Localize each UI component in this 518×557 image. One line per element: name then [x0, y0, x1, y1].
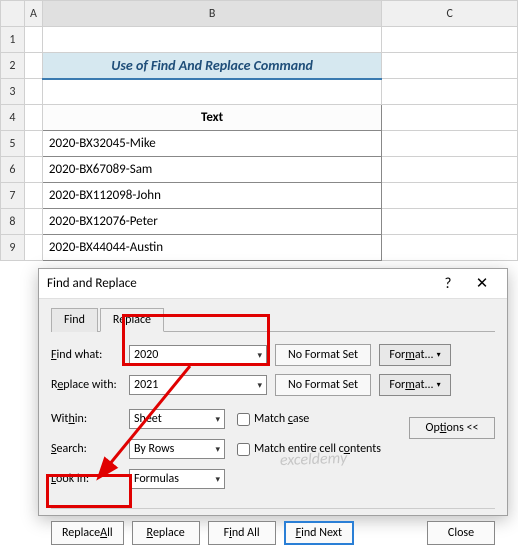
cell[interactable]: [24, 183, 42, 209]
cell[interactable]: [382, 27, 518, 53]
replace-with-input[interactable]: 2021▾: [129, 375, 267, 395]
chevron-down-icon: ▾: [257, 380, 262, 391]
within-select[interactable]: Sheet▾: [129, 409, 225, 429]
find-next-button[interactable]: Find Next: [284, 521, 354, 545]
table-cell[interactable]: 2020-BX67089-Sam: [42, 157, 381, 183]
replace-with-label: Replace with:: [51, 378, 129, 392]
cell[interactable]: [42, 79, 381, 105]
help-button[interactable]: ?: [431, 275, 465, 293]
row-header[interactable]: 6: [1, 157, 25, 183]
row-header[interactable]: 5: [1, 131, 25, 157]
row-header[interactable]: 8: [1, 209, 25, 235]
cell[interactable]: [42, 27, 381, 53]
cell[interactable]: [382, 53, 518, 79]
row-header[interactable]: 4: [1, 105, 25, 131]
cell[interactable]: [24, 53, 42, 79]
row-header[interactable]: 7: [1, 183, 25, 209]
chevron-down-icon: ▾: [257, 350, 262, 361]
replace-all-button[interactable]: Replace All: [51, 521, 124, 545]
cell[interactable]: [24, 27, 42, 53]
lookin-label: Look in:: [51, 472, 129, 486]
select-all-corner[interactable]: [1, 1, 25, 27]
chevron-down-icon: ▾: [215, 474, 220, 485]
find-what-input[interactable]: 2020▾: [129, 345, 267, 365]
find-what-label: Find what:: [51, 348, 129, 362]
cell[interactable]: [24, 235, 42, 261]
close-icon[interactable]: ✕: [465, 274, 499, 293]
cell[interactable]: [382, 79, 518, 105]
col-header-b[interactable]: B: [42, 1, 381, 27]
cell[interactable]: [382, 209, 518, 235]
lookin-select[interactable]: Formulas▾: [129, 469, 225, 489]
row-header[interactable]: 3: [1, 79, 25, 105]
search-label: Search:: [51, 442, 129, 456]
cell[interactable]: [382, 235, 518, 261]
cell[interactable]: [24, 105, 42, 131]
table-cell[interactable]: 2020-BX32045-Mike: [42, 131, 381, 157]
cell[interactable]: [382, 131, 518, 157]
find-all-button[interactable]: Find All: [208, 521, 276, 545]
match-contents-checkbox[interactable]: [237, 443, 250, 456]
cell[interactable]: [24, 79, 42, 105]
dialog-titlebar[interactable]: Find and Replace ? ✕: [39, 269, 507, 299]
row-header[interactable]: 2: [1, 53, 25, 79]
search-select[interactable]: By Rows▾: [129, 439, 225, 459]
col-header-a[interactable]: A: [24, 1, 42, 27]
within-label: Within:: [51, 412, 129, 426]
cell[interactable]: [24, 131, 42, 157]
match-contents-label: Match entire cell contents: [254, 442, 381, 456]
format-find-button[interactable]: Format...▾: [379, 344, 451, 366]
no-format-replace[interactable]: No Format Set: [275, 374, 371, 396]
replace-button[interactable]: Replace: [132, 521, 200, 545]
no-format-find[interactable]: No Format Set: [275, 344, 371, 366]
cell[interactable]: [382, 157, 518, 183]
cell[interactable]: [382, 183, 518, 209]
table-cell[interactable]: 2020-BX12076-Peter: [42, 209, 381, 235]
find-replace-dialog: Find and Replace ? ✕ Find Replace Find w…: [38, 268, 508, 516]
chevron-down-icon: ▾: [437, 375, 441, 395]
worksheet-grid: A B C 1 2 Use of Find And Replace Command…: [0, 0, 518, 261]
chevron-down-icon: ▾: [215, 414, 220, 425]
cell[interactable]: [24, 209, 42, 235]
col-header-c[interactable]: C: [382, 1, 518, 27]
format-replace-button[interactable]: Format...▾: [379, 374, 451, 396]
match-case-checkbox[interactable]: [237, 413, 250, 426]
dialog-title: Find and Replace: [47, 276, 431, 291]
tab-find[interactable]: Find: [51, 308, 98, 332]
row-header[interactable]: 1: [1, 27, 25, 53]
table-header[interactable]: Text: [42, 105, 381, 131]
chevron-down-icon: ▾: [437, 345, 441, 365]
cell[interactable]: [24, 157, 42, 183]
tab-strip: Find Replace: [51, 307, 495, 332]
options-button[interactable]: Options <<: [409, 417, 495, 439]
close-button[interactable]: Close: [427, 521, 495, 545]
table-cell[interactable]: 2020-BX44044-Austin: [42, 235, 381, 261]
chevron-down-icon: ▾: [215, 444, 220, 455]
match-case-label: Match case: [254, 412, 309, 426]
title-cell[interactable]: Use of Find And Replace Command: [42, 53, 381, 79]
cell[interactable]: [382, 105, 518, 131]
row-header[interactable]: 9: [1, 235, 25, 261]
table-cell[interactable]: 2020-BX112098-John: [42, 183, 381, 209]
tab-replace[interactable]: Replace: [100, 308, 164, 332]
